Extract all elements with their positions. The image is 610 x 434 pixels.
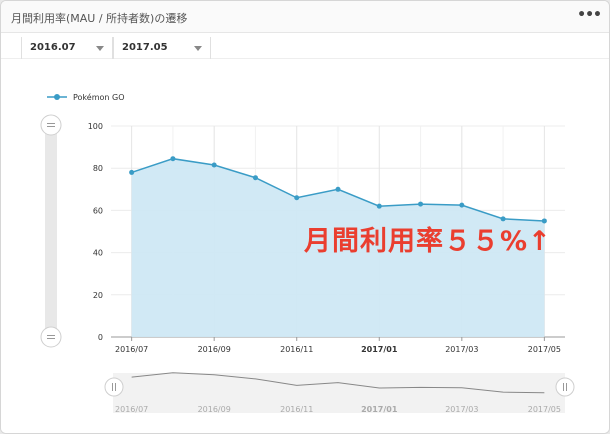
x-tick-label: 2016/07 [115,345,148,354]
utilization-annotation: 月間利用率５５%↑ [304,226,552,257]
x-tick-label: 2016/11 [280,345,313,354]
y-range-slider[interactable] [40,114,62,348]
y-tick-label: 100 [88,122,103,131]
data-point [211,162,217,168]
x-tick-label: 2016/09 [198,345,231,354]
data-point [418,201,424,207]
y-tick-label: 0 [98,333,103,342]
navigator-left-handle[interactable] [104,377,124,397]
x-tick-label: 2017/01 [361,345,398,354]
legend-marker-icon [54,94,60,100]
navigator-tick-label: 2017/03 [445,405,478,414]
data-point [170,156,176,162]
y-axis: 0 20 40 60 80 100 [88,122,103,342]
y-tick-label: 20 [93,291,103,300]
y-slider-track[interactable] [45,125,57,337]
y-tick-label: 80 [93,164,103,173]
navigator-tick-label: 2016/09 [198,405,231,414]
legend-label: Pokémon GO [73,92,125,102]
y-slider-top-handle[interactable] [40,114,62,136]
navigator-tick-label: 2017/01 [361,405,398,414]
legend[interactable]: Pokémon GO [47,92,125,102]
navigator-right-handle[interactable] [555,377,575,397]
data-point [335,186,341,192]
data-point [459,202,465,208]
navigator-tick-label: 2016/07 [115,405,148,414]
chart-card: 月間利用率(MAU / 所持者数)の遷移 ••• 2016.07 2017.05… [0,0,610,434]
y-tick-label: 40 [93,249,103,258]
data-point [376,203,382,209]
range-navigator[interactable]: 2016/07 2016/09 2016/11 2017/01 2017/03 2017/… [104,372,575,414]
navigator-tick-label: 2017/05 [528,405,561,414]
x-tick-label: 2017/03 [445,345,478,354]
data-point [252,175,258,181]
navigator-background[interactable] [113,373,565,413]
x-tick-label: 2017/05 [528,345,561,354]
y-slider-bottom-handle[interactable] [40,326,62,348]
x-axis: 2016/07 2016/09 2016/11 2017/01 2017/03 2017/… [111,336,565,354]
y-tick-label: 60 [93,206,103,215]
navigator-tick-label: 2016/11 [280,405,313,414]
data-point [129,169,135,175]
data-point [294,195,300,201]
line-chart: Pokémon GO 020406080100 2016/07 2016/09 20… [40,92,575,414]
